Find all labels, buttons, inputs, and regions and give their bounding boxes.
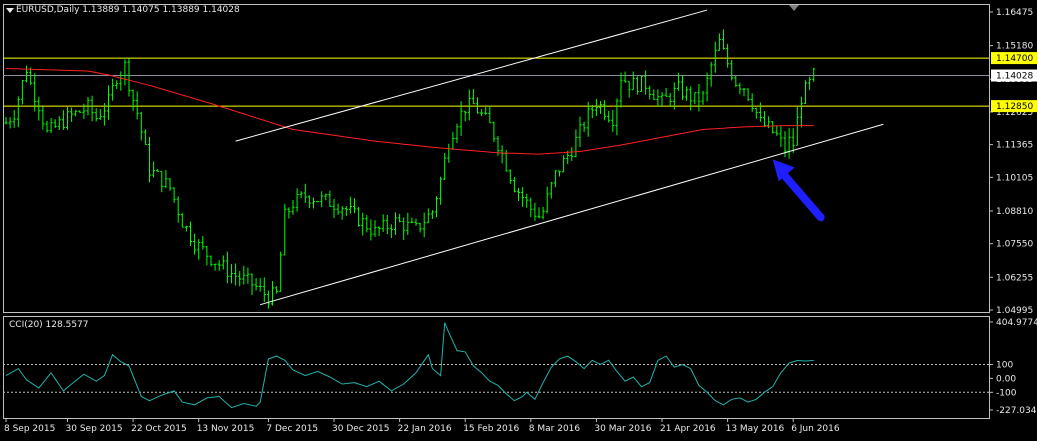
y-tick-label: 1.04995 — [996, 306, 1033, 316]
ohlc-label: 1.13889 1.14075 1.13889 1.14028 — [82, 5, 240, 15]
cci-title: CCI(20) 128.5577 — [9, 320, 89, 330]
cci-scale-label: -100 — [996, 388, 1017, 398]
y-tick-label: 1.08810 — [996, 207, 1033, 217]
y-tick-label: 1.16475 — [996, 8, 1033, 18]
chart-shift-marker-icon[interactable] — [789, 5, 799, 11]
x-tick-label: 7 Dec 2015 — [266, 424, 318, 434]
x-tick-label: 6 Jun 2016 — [791, 424, 840, 434]
cci-scale-label: 100 — [996, 360, 1013, 370]
x-tick-label: 30 Mar 2016 — [594, 424, 651, 434]
x-tick-label: 8 Sep 2015 — [4, 424, 55, 434]
cci-scale-label: -227.0348 — [996, 406, 1037, 416]
y-tick-label: 1.15180 — [996, 42, 1033, 52]
y-tick-label: 1.07550 — [996, 240, 1033, 250]
x-tick-label: 15 Feb 2016 — [463, 424, 519, 434]
cci-scale-label: 0.00 — [996, 374, 1016, 384]
level-price-tag: 1.14700 — [996, 54, 1033, 64]
chart-canvas: 1.164751.151801.138851.126251.113651.101… — [0, 0, 1037, 441]
chart-menu-triangle-icon[interactable] — [6, 8, 14, 13]
x-tick-label: 22 Jan 2016 — [398, 424, 452, 434]
x-tick-label: 30 Sep 2015 — [66, 424, 123, 434]
y-tick-label: 1.06255 — [996, 273, 1033, 283]
x-tick-label: 13 Nov 2015 — [197, 424, 255, 434]
x-tick-label: 22 Oct 2015 — [131, 424, 187, 434]
x-tick-label: 8 Mar 2016 — [529, 424, 581, 434]
x-tick-label: 30 Dec 2015 — [332, 424, 390, 434]
cci-scale-label: 404.9774 — [996, 318, 1037, 328]
level-price-tag: 1.12850 — [996, 102, 1033, 112]
symbol-label: EURUSD,Daily — [16, 5, 80, 15]
chart-header: EURUSD,Daily 1.13889 1.14075 1.13889 1.1… — [16, 5, 240, 15]
x-tick-label: 13 May 2016 — [726, 424, 785, 434]
x-tick-label: 21 Apr 2016 — [660, 424, 716, 434]
y-tick-label: 1.10105 — [996, 173, 1033, 183]
current-price-tag: 1.14028 — [996, 72, 1033, 82]
y-tick-label: 1.11365 — [996, 141, 1033, 151]
